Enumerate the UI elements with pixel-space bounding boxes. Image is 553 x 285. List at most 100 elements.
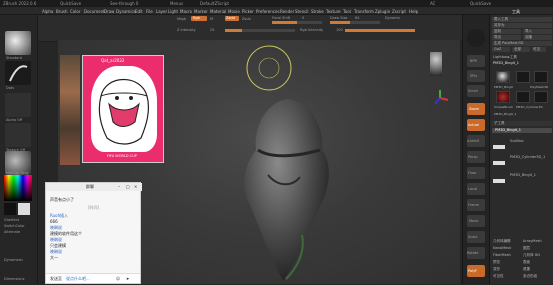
sculpt-mesh[interactable] — [228, 95, 338, 285]
emoji-icon[interactable]: ☺ — [116, 276, 120, 281]
save-as-button[interactable]: 另存为 — [492, 23, 552, 28]
focal-shift-slider[interactable] — [272, 21, 322, 24]
clone-button[interactable]: 克隆 — [523, 35, 552, 40]
menu-alpha[interactable]: Alpha — [42, 9, 53, 14]
menu-preferences[interactable]: Preferences — [256, 9, 280, 14]
section-fibermesh[interactable]: FiberMesh — [493, 253, 511, 257]
switch-color-label[interactable]: SwitchColor — [4, 224, 25, 228]
secondary-color-swatch[interactable] — [18, 203, 30, 215]
menu-movie[interactable]: Movie — [228, 9, 240, 14]
section-arraymesh[interactable]: ArrayMesh — [523, 239, 542, 243]
visible-button[interactable]: 可见 — [532, 47, 546, 52]
title-ac[interactable]: AC — [430, 1, 435, 6]
chat-input[interactable]: 说点什么吧... — [66, 276, 90, 282]
all-button[interactable]: 全部 — [512, 47, 530, 52]
frame-button[interactable]: Frame — [467, 199, 485, 211]
subtool-item[interactable]: PM3D_Bingit_1 — [510, 173, 536, 177]
persp-button[interactable]: Persp — [467, 151, 485, 163]
tool-thumb-pm3d-cylinder[interactable] — [516, 91, 530, 103]
lightbox-tool-label[interactable]: Lightbox▸工具 — [493, 55, 517, 60]
menu-transform[interactable]: Transform — [354, 9, 374, 14]
scroll-button[interactable]: Scroll — [467, 85, 485, 97]
section-nanomesh[interactable]: NanoMesh — [493, 246, 511, 250]
menu-render[interactable]: Render — [280, 9, 294, 14]
section-polygroups[interactable]: 多边形组 — [523, 274, 537, 279]
close-icon[interactable]: × — [134, 184, 137, 189]
bpr-button[interactable]: BPR — [467, 55, 485, 67]
spix-button[interactable]: SPix — [467, 70, 485, 82]
menu-marker[interactable]: Marker — [194, 9, 208, 14]
dynamesh-label[interactable]: Dynamesh — [4, 258, 23, 262]
make-polymesh-button[interactable]: 生成 PolyMesh3D — [492, 41, 552, 46]
section-visibility[interactable]: 可见性 — [493, 274, 504, 279]
menu-texture[interactable]: Texture — [326, 9, 341, 14]
menu-zplugin[interactable]: Zplugin — [375, 9, 390, 14]
brush-standard-icon[interactable] — [5, 31, 31, 55]
tool-thumb-cylinder[interactable] — [516, 71, 530, 83]
zadd-button[interactable]: Zadd — [225, 16, 239, 21]
section-geometry-hd[interactable]: 几何体 HD — [523, 253, 540, 258]
actual-button[interactable]: Actual — [467, 119, 485, 131]
axis-gizmo-icon[interactable] — [430, 88, 450, 108]
reference-photo[interactable] — [60, 55, 80, 165]
menu-tool[interactable]: Tool — [343, 9, 351, 14]
title-menus[interactable]: Menus — [170, 1, 183, 6]
tool-thumb-simplebrush[interactable] — [496, 91, 510, 103]
chat-input-bar[interactable]: 发送至 说点什么吧... ☺ ➤ — [46, 273, 140, 283]
goz-button[interactable]: GoZ — [492, 47, 510, 52]
menu-picker[interactable]: Picker — [242, 9, 254, 14]
menu-macro[interactable]: Macro — [180, 9, 192, 14]
title-script[interactable]: DefaultZScript — [200, 1, 229, 6]
alternate-label[interactable]: Alternate — [4, 230, 20, 234]
scale-button[interactable]: Scale — [467, 231, 485, 243]
polyf-button[interactable]: PolyF — [467, 265, 485, 277]
local-button[interactable]: Local — [467, 183, 485, 195]
floor-button[interactable]: Floor — [467, 167, 485, 179]
section-geometry-edit[interactable]: 几何体编辑 — [493, 239, 511, 244]
draw-size-slider[interactable] — [330, 21, 380, 24]
tool-thumb-polymesh[interactable] — [534, 71, 548, 83]
menu-brush[interactable]: Brush — [56, 9, 68, 14]
import-button[interactable]: 导入 — [523, 29, 552, 34]
menu-stencil[interactable]: Stencil — [295, 9, 309, 14]
main-color-swatch[interactable] — [4, 203, 16, 215]
tool-thumb-bingit[interactable] — [496, 71, 510, 83]
tool-thumb-pm3d-bingit[interactable] — [534, 91, 548, 103]
minimize-icon[interactable]: – — [118, 184, 120, 189]
menu-draw[interactable]: Draw — [104, 9, 114, 14]
menu-file[interactable]: File — [146, 9, 153, 14]
menu-light[interactable]: Light — [168, 9, 178, 14]
dimensions-label[interactable]: Dimensions — [4, 277, 24, 281]
send-icon[interactable]: ➤ — [126, 276, 129, 281]
dynamic-label[interactable]: Dynamic — [385, 16, 400, 20]
maximize-icon[interactable]: □ — [126, 184, 130, 189]
section-deformation[interactable]: 变形 — [493, 267, 500, 272]
load-tool-button[interactable]: 载入工具 — [492, 17, 552, 22]
menu-stroke[interactable]: Stroke — [311, 9, 324, 14]
zsub-button[interactable]: Zsub — [242, 17, 251, 21]
subtool-item-active[interactable]: PM3D_Bingit_1 — [492, 128, 552, 133]
m-button[interactable]: M — [210, 17, 213, 21]
chat-titlebar[interactable]: 群聊 – □ × — [46, 183, 142, 191]
title-quicksave-right[interactable]: QuickSave — [470, 1, 491, 6]
color-picker[interactable] — [4, 175, 32, 201]
menu-help[interactable]: Help — [409, 9, 418, 14]
title-seethrough[interactable]: See-through 0 — [110, 1, 138, 6]
title-quicksave[interactable]: QuickSave — [60, 1, 81, 6]
copy-button[interactable]: 复制 — [492, 29, 521, 34]
subtool-item[interactable]: SubTool — [510, 139, 523, 143]
reference-poster[interactable]: Qat_ar2022 FIFA WORLD CUP — [82, 55, 164, 163]
texture-off-icon[interactable] — [5, 123, 31, 147]
section-preview[interactable]: 预览 — [493, 260, 500, 265]
menu-material[interactable]: Material — [210, 9, 226, 14]
menu-zscript[interactable]: Zscript — [392, 9, 406, 14]
subtool-header[interactable]: 子工具 — [492, 121, 552, 126]
menu-edit[interactable]: Edit — [135, 9, 143, 14]
menu-layer[interactable]: Layer — [156, 9, 167, 14]
alpha-off-icon[interactable] — [5, 93, 31, 117]
move-button[interactable]: Move — [467, 215, 485, 227]
section-surface[interactable]: 表面 — [523, 260, 530, 265]
section-masking[interactable]: 遮罩 — [523, 267, 530, 272]
export-button[interactable]: 导出 — [492, 35, 521, 40]
menu-color[interactable]: Color — [70, 9, 80, 14]
